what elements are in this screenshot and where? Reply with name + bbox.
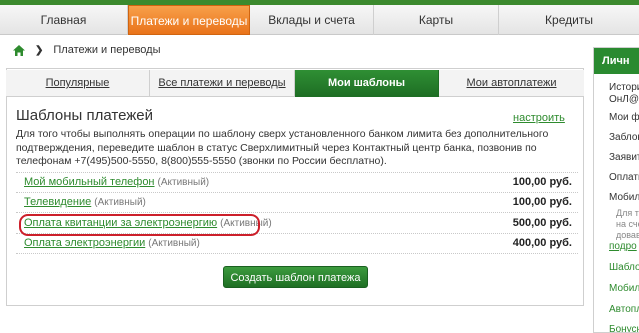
sidebar-item-mobile-bank[interactable]: Мобил [609, 283, 639, 294]
templates-list: Мой мобильный телефон (Активный) 100,00 р… [16, 172, 578, 254]
sidebar-note-line: Для т [616, 208, 639, 218]
sidebar-note-line: довав [616, 230, 639, 240]
template-status: (Активный) [148, 238, 200, 250]
template-name-link[interactable]: Оплата квитанции за электроэнергию [24, 217, 217, 229]
template-name-link[interactable]: Мой мобильный телефон [24, 176, 155, 188]
template-status: (Активный) [157, 177, 210, 189]
sidebar-note-line: на сче [616, 219, 639, 229]
nav-item-cards[interactable]: Карты [374, 5, 499, 35]
breadcrumb-current: Платежи и переводы [53, 44, 161, 56]
sidebar-item-online[interactable]: ОнЛ@й [609, 94, 639, 105]
personal-menu-sidebar: Личн Истори ОнЛ@й Мои ф Заблок Заявит Оп… [593, 47, 639, 333]
template-row: Телевидение (Активный) 100,00 руб. [16, 193, 578, 213]
sidebar-item-block[interactable]: Заблок [609, 132, 639, 143]
main-navigation: Главная Платежи и переводы Вклады и счет… [0, 5, 639, 35]
template-amount: 100,00 руб. [512, 196, 572, 209]
sidebar-item-pay[interactable]: Оплати [609, 172, 639, 183]
tab-my-templates-label: Мои шаблоны [327, 77, 406, 89]
template-status: (Активный) [94, 197, 146, 209]
template-row: Оплата электроэнергии (Активный) 400,00 р… [16, 234, 578, 254]
tab-popular[interactable]: Популярные [6, 70, 150, 97]
sidebar-more-link[interactable]: подро [609, 241, 637, 252]
tab-all-payments-label: Все платежи и переводы [158, 77, 286, 89]
template-row: Оплата квитанции за электроэнергию (Актив… [16, 213, 578, 234]
tab-all-payments[interactable]: Все платежи и переводы [150, 70, 295, 97]
sidebar-item-templates[interactable]: Шабло [609, 262, 639, 273]
tab-popular-label: Популярные [45, 77, 110, 89]
chevron-right-icon: ❯ [35, 44, 44, 56]
sidebar-item-mobile[interactable]: Мобил [609, 192, 639, 203]
tab-my-autopayments-label: Мои автоплатежи [466, 77, 557, 89]
sidebar-item-my-finances[interactable]: Мои ф [609, 112, 639, 123]
sidebar-title: Личн [594, 48, 639, 74]
template-amount: 500,00 руб. [512, 216, 572, 229]
breadcrumb: ❯ Платежи и переводы [13, 43, 161, 57]
template-row: Мой мобильный телефон (Активный) 100,00 р… [16, 172, 578, 193]
payments-tabs: Популярные Все платежи и переводы Мои ша… [6, 70, 584, 97]
sidebar-item-history[interactable]: Истори [609, 82, 639, 93]
template-amount: 400,00 руб. [512, 237, 572, 250]
template-name-link[interactable]: Оплата электроэнергии [24, 237, 145, 249]
tab-my-templates[interactable]: Мои шаблоны [295, 70, 439, 97]
template-status: (Активный) [220, 217, 272, 229]
create-template-button[interactable]: Создать шаблон платежа [223, 266, 368, 288]
page-title: Шаблоны платежей [16, 107, 154, 124]
home-icon[interactable] [13, 44, 25, 56]
sidebar-item-bonus[interactable]: Бонусн [609, 324, 639, 332]
tab-my-autopayments[interactable]: Мои автоплатежи [439, 70, 584, 97]
templates-description: Для того чтобы выполнять операции по шаб… [16, 128, 549, 167]
sidebar-item-autopay[interactable]: Автопл [609, 304, 639, 315]
nav-item-deposits[interactable]: Вклады и счета [250, 5, 374, 35]
template-amount: 100,00 руб. [512, 176, 572, 189]
nav-item-credits[interactable]: Кредиты [499, 5, 639, 35]
settings-link[interactable]: настроить [513, 112, 565, 124]
template-name-link[interactable]: Телевидение [24, 196, 91, 208]
nav-item-payments[interactable]: Платежи и переводы [128, 5, 250, 35]
sidebar-item-requests[interactable]: Заявит [609, 152, 639, 163]
nav-item-home[interactable]: Главная [0, 5, 128, 35]
